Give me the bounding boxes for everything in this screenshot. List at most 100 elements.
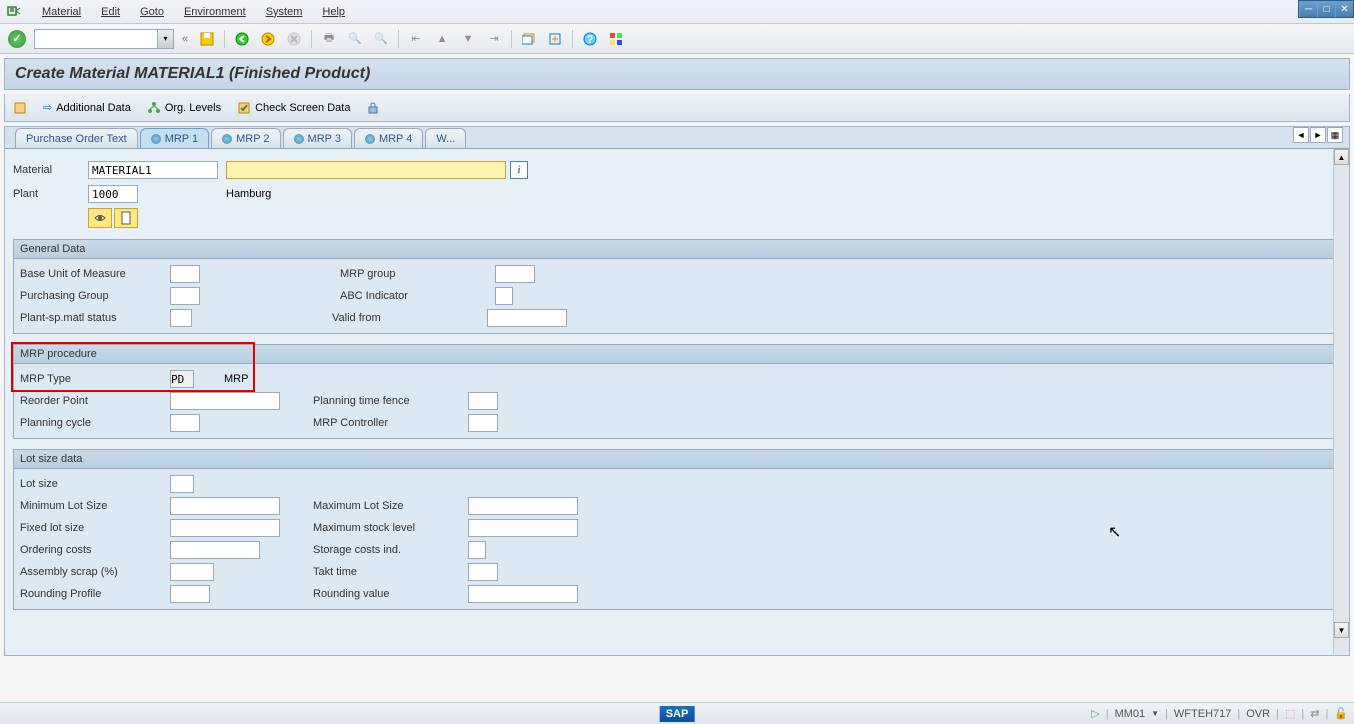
title-bar: Create Material MATERIAL1 (Finished Prod… — [4, 58, 1350, 90]
menu-system[interactable]: System — [256, 4, 313, 20]
general-data-title: General Data — [14, 240, 1340, 259]
menu-environment[interactable]: Environment — [174, 4, 256, 20]
mrp-type-field[interactable] — [170, 370, 194, 388]
find-next-icon[interactable]: 🔍 — [370, 28, 392, 50]
planning-time-fence-field[interactable] — [468, 392, 498, 410]
max-lot-label: Maximum Lot Size — [313, 500, 468, 512]
btn-org-levels[interactable]: Org. Levels — [147, 101, 221, 115]
status-system: WFTEH717 — [1174, 708, 1231, 720]
abc-indicator-label: ABC Indicator — [340, 290, 495, 302]
sub-toolbar: ⇨ Additional Data Org. Levels Check Scre… — [4, 94, 1350, 122]
tab-prev-button[interactable]: ◄ — [1293, 127, 1309, 143]
lot-size-field[interactable] — [170, 475, 194, 493]
assembly-scrap-field[interactable] — [170, 563, 214, 581]
ordering-costs-field[interactable] — [170, 541, 260, 559]
base-uom-field[interactable] — [170, 265, 200, 283]
print-icon[interactable]: 🖶 — [318, 28, 340, 50]
tab-next-button[interactable]: ► — [1310, 127, 1326, 143]
mrp-type-label: MRP Type — [20, 373, 170, 385]
btn-other-material[interactable] — [13, 101, 27, 115]
material-field[interactable] — [88, 161, 218, 179]
tab-more[interactable]: W... — [425, 128, 466, 148]
storage-costs-field[interactable] — [468, 541, 486, 559]
cancel-icon[interactable] — [283, 28, 305, 50]
tab-mrp3[interactable]: MRP 3 — [283, 128, 352, 148]
tab-nav: ◄ ► ▦ — [1293, 127, 1343, 143]
scroll-down-button[interactable]: ▼ — [1334, 622, 1349, 638]
minimize-button[interactable]: ─ — [1299, 1, 1317, 17]
tab-active-icon — [151, 134, 161, 144]
btn-additional-data[interactable]: ⇨ Additional Data — [43, 101, 131, 114]
tab-bar: Purchase Order Text MRP 1 MRP 2 MRP 3 MR… — [5, 127, 1349, 149]
status-tcode[interactable]: MM01 — [1115, 708, 1146, 720]
purchasing-group-field[interactable] — [170, 287, 200, 305]
doc-btn[interactable] — [114, 208, 138, 228]
valid-from-field[interactable] — [487, 309, 567, 327]
btn-check-screen[interactable]: Check Screen Data — [237, 101, 350, 115]
mrp-group-field[interactable] — [495, 265, 535, 283]
sap-logo: SAP — [660, 706, 695, 722]
menu-help[interactable]: Help — [312, 4, 355, 20]
rounding-value-field[interactable] — [468, 585, 578, 603]
reorder-point-field[interactable] — [170, 392, 280, 410]
tab-purchase-order-text[interactable]: Purchase Order Text — [15, 128, 138, 148]
fixed-lot-label: Fixed lot size — [20, 522, 170, 534]
status-icon2[interactable]: ⇄ — [1310, 707, 1319, 720]
mrp-controller-field[interactable] — [468, 414, 498, 432]
btn-lock[interactable] — [366, 101, 380, 115]
rounding-profile-field[interactable] — [170, 585, 210, 603]
max-lot-field[interactable] — [468, 497, 578, 515]
first-page-icon[interactable]: ⇤ — [405, 28, 427, 50]
plant-field[interactable] — [88, 185, 138, 203]
scroll-up-button[interactable]: ▲ — [1334, 149, 1349, 165]
arrow-right-icon: ⇨ — [43, 101, 52, 114]
abc-indicator-field[interactable] — [495, 287, 513, 305]
tab-list-button[interactable]: ▦ — [1327, 127, 1343, 143]
tab-mrp2[interactable]: MRP 2 — [211, 128, 280, 148]
shortcut-icon[interactable] — [544, 28, 566, 50]
display-btn[interactable] — [88, 208, 112, 228]
exit-icon[interactable] — [257, 28, 279, 50]
fixed-lot-field[interactable] — [170, 519, 280, 537]
enter-icon[interactable]: ✓ — [8, 30, 26, 48]
prev-page-icon[interactable]: ▲ — [431, 28, 453, 50]
maximize-button[interactable]: □ — [1317, 1, 1335, 17]
status-icon1[interactable]: ⬚ — [1285, 707, 1295, 720]
tab-mrp1[interactable]: MRP 1 — [140, 128, 209, 148]
menu-material[interactable]: Material — [32, 4, 91, 20]
min-lot-field[interactable] — [170, 497, 280, 515]
check-screen-label: Check Screen Data — [255, 102, 350, 114]
dropdown-icon[interactable]: ▾ — [157, 30, 173, 48]
info-button[interactable]: i — [510, 161, 528, 179]
menu-edit[interactable]: Edit — [91, 4, 130, 20]
mrp-controller-label: MRP Controller — [313, 417, 468, 429]
rounding-profile-label: Rounding Profile — [20, 588, 170, 600]
help-icon[interactable]: ? — [579, 28, 601, 50]
close-button[interactable]: ✕ — [1335, 1, 1353, 17]
org-icon — [147, 101, 161, 115]
find-icon[interactable]: 🔍 — [344, 28, 366, 50]
material-desc-field[interactable] — [226, 161, 506, 179]
back-icon[interactable] — [231, 28, 253, 50]
takt-time-field[interactable] — [468, 563, 498, 581]
command-field[interactable]: ▾ — [34, 29, 174, 49]
save-icon[interactable] — [196, 28, 218, 50]
storage-costs-label: Storage costs ind. — [313, 544, 468, 556]
plant-desc: Hamburg — [226, 188, 271, 200]
app-icon[interactable] — [4, 4, 24, 20]
status-icon3[interactable]: 🔓 — [1334, 707, 1348, 720]
last-page-icon[interactable]: ⇥ — [483, 28, 505, 50]
vertical-scrollbar[interactable]: ▲ ▼ — [1333, 149, 1349, 654]
status-play-icon[interactable]: ▷ — [1091, 707, 1099, 720]
new-session-icon[interactable] — [518, 28, 540, 50]
mrp-type-desc: MRP — [224, 373, 248, 385]
main-panel: Purchase Order Text MRP 1 MRP 2 MRP 3 MR… — [4, 126, 1350, 656]
planning-cycle-field[interactable] — [170, 414, 200, 432]
mrp-group-label: MRP group — [340, 268, 495, 280]
layout-icon[interactable] — [605, 28, 627, 50]
menu-goto[interactable]: Goto — [130, 4, 174, 20]
next-page-icon[interactable]: ▼ — [457, 28, 479, 50]
tab-mrp4[interactable]: MRP 4 — [354, 128, 423, 148]
max-stock-field[interactable] — [468, 519, 578, 537]
plant-status-field[interactable] — [170, 309, 192, 327]
